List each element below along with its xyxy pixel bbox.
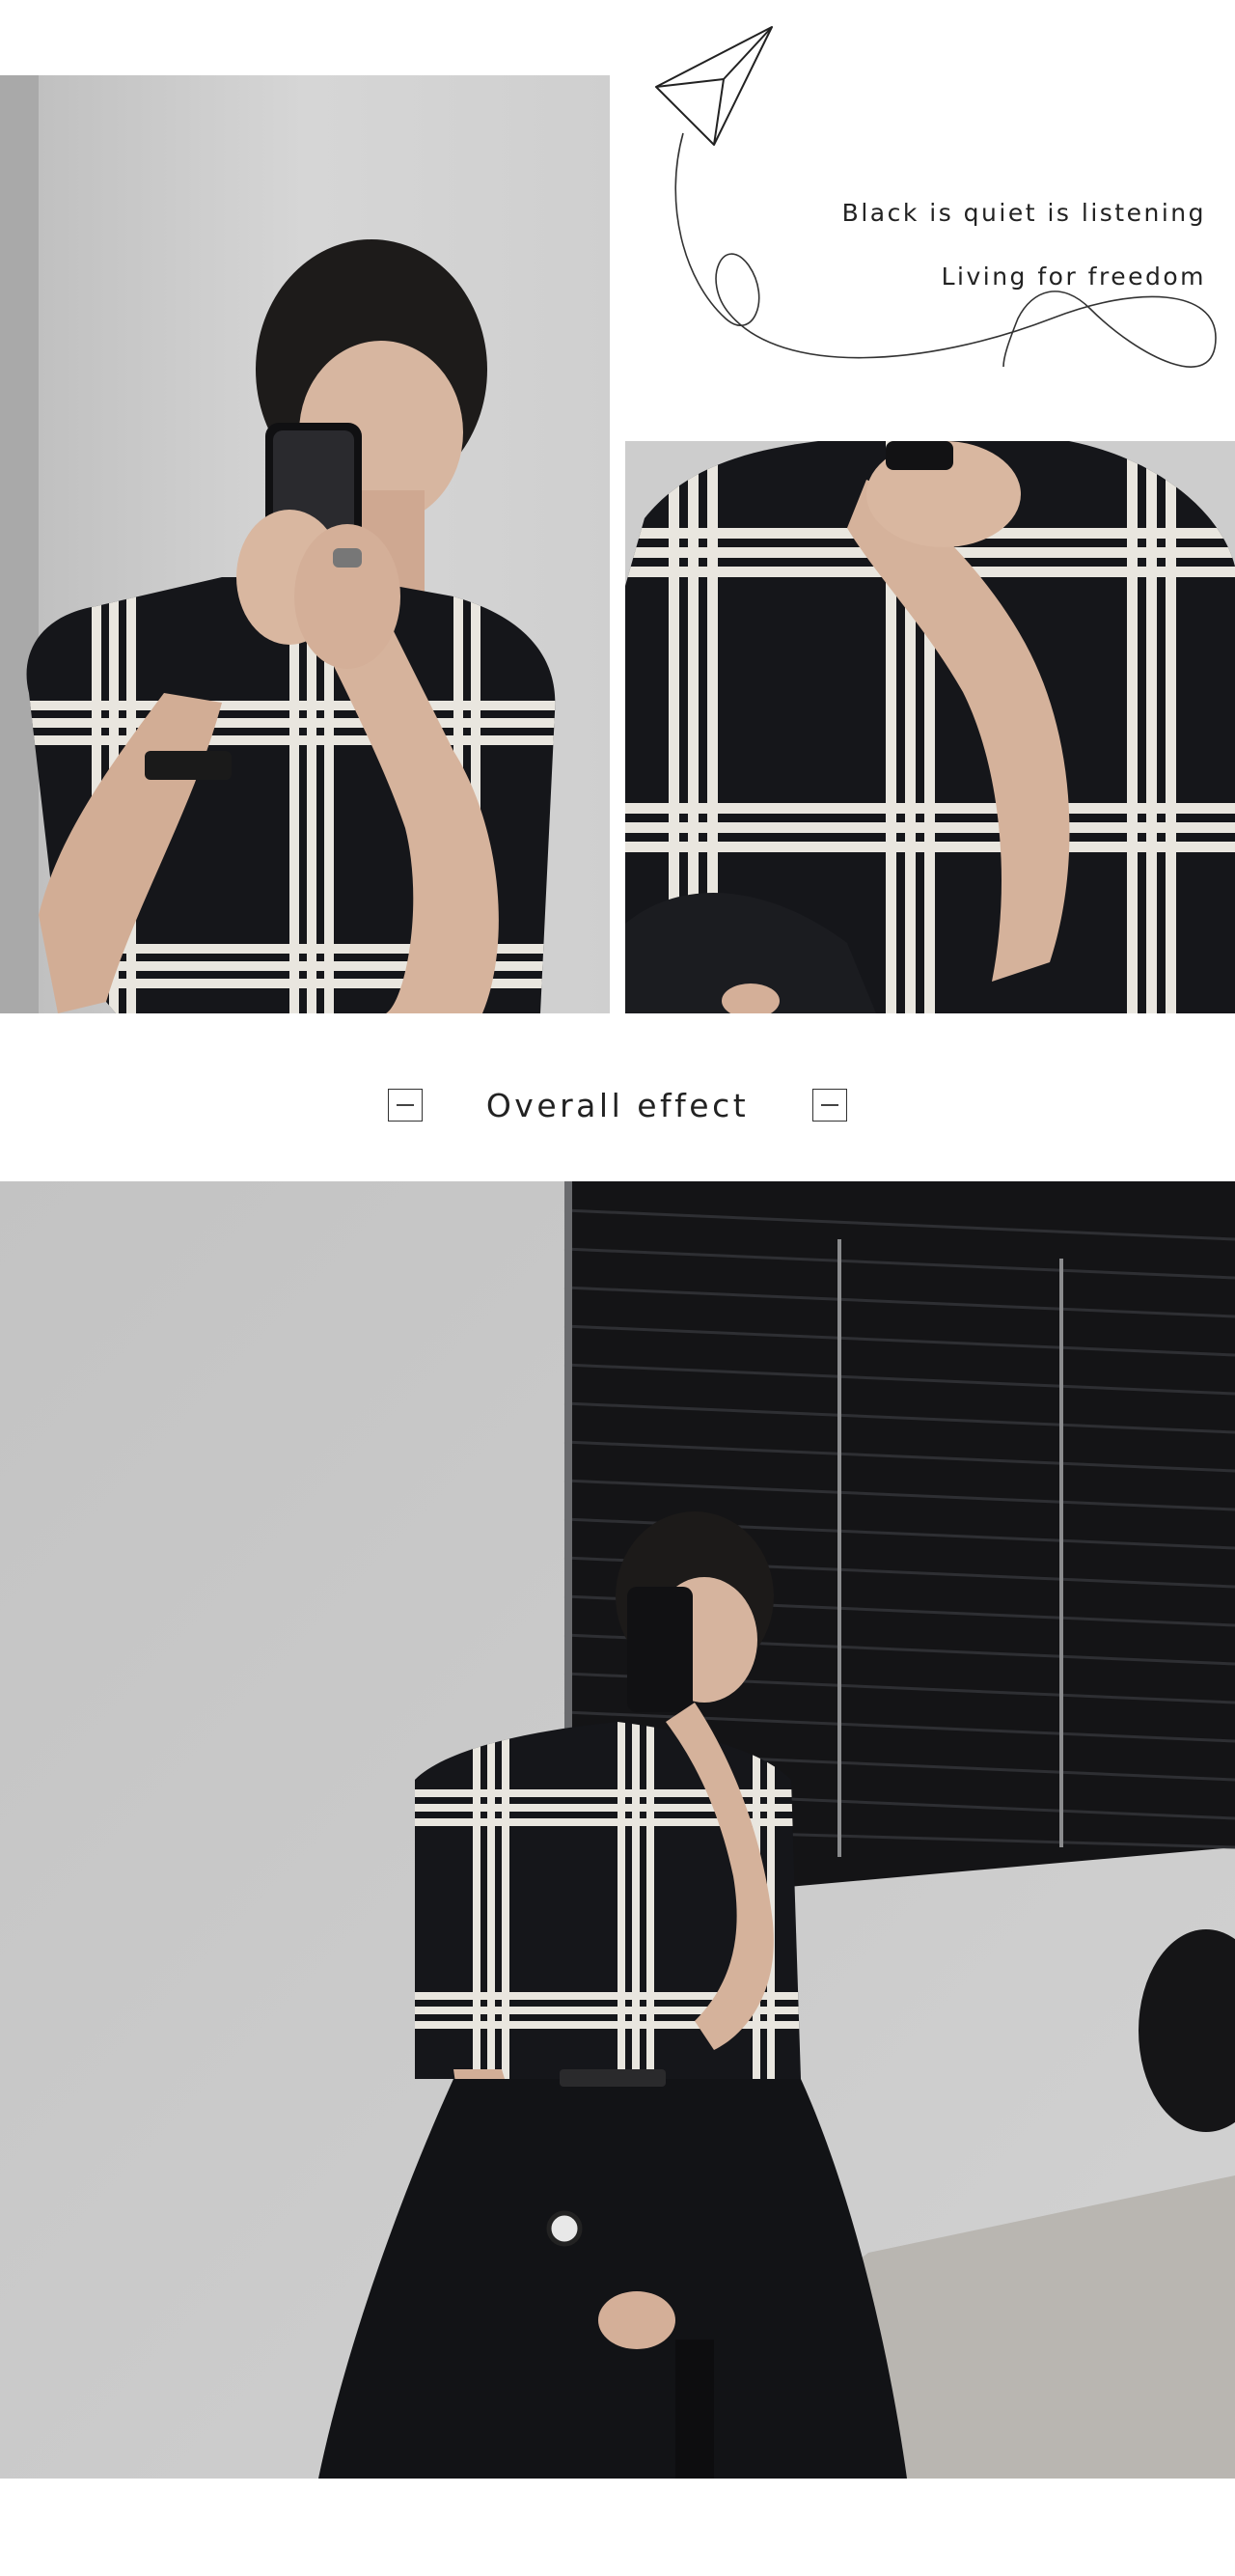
minus-box-icon — [387, 1089, 423, 1122]
tagline-black-is-quiet: Black is quiet is listening — [841, 199, 1206, 227]
tagline-living-for-freedom: Living for freedom — [941, 263, 1206, 291]
product-photo-full-outfit — [0, 1181, 1235, 2479]
section-header: Overall effect — [0, 1071, 1235, 1139]
product-photo-mirror-selfie — [0, 75, 610, 1013]
minus-box-icon — [812, 1089, 848, 1122]
header-decoration: Black is quiet is listening Living for f… — [637, 19, 1235, 405]
section-title: Overall effect — [485, 1086, 750, 1124]
product-photo-shirt-closeup — [625, 441, 1235, 1013]
